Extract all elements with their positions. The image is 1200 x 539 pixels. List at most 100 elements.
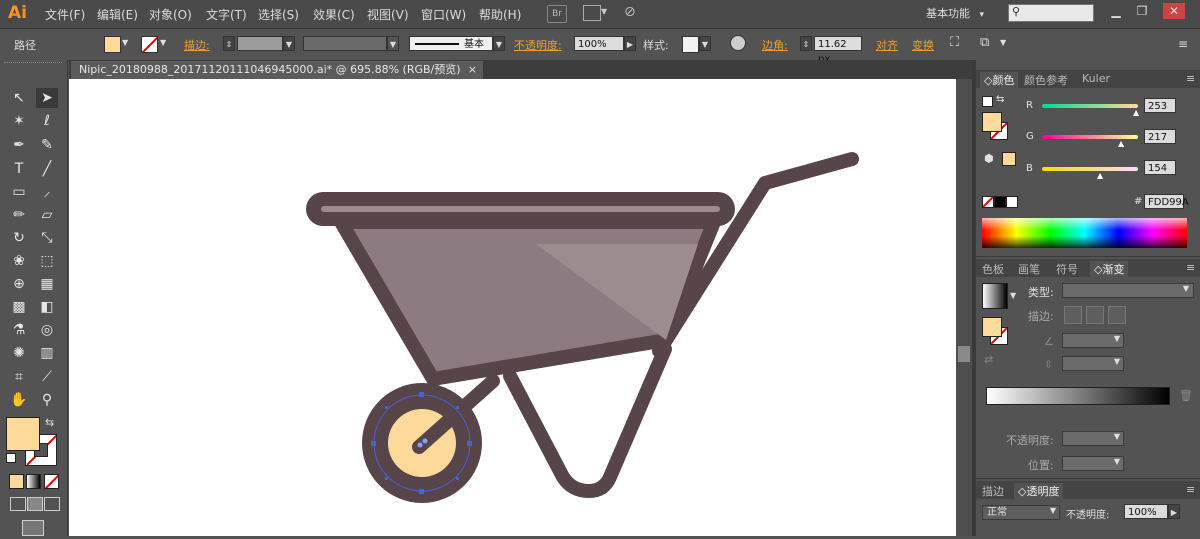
restore-button[interactable]: ❐ bbox=[1131, 3, 1153, 19]
transform-each-icon[interactable]: ⧉ bbox=[980, 35, 989, 50]
brush-definition[interactable]: 基本 bbox=[409, 36, 493, 51]
line-segment-tool-icon[interactable]: ╱ bbox=[36, 159, 58, 179]
panel-menu-icon[interactable]: ≡ bbox=[1186, 483, 1195, 496]
selection-tool-icon[interactable]: ↖ bbox=[8, 88, 30, 108]
graphic-style-swatch[interactable] bbox=[682, 36, 699, 53]
pen-tool-icon[interactable]: ✒ bbox=[8, 135, 30, 155]
curvature-tool-icon[interactable]: ✎ bbox=[36, 135, 58, 155]
fill-swatch[interactable] bbox=[104, 36, 121, 53]
paintbrush-tool-icon[interactable]: ⸝ bbox=[36, 182, 58, 202]
none-swatch[interactable] bbox=[982, 196, 994, 208]
black-swatch[interactable] bbox=[994, 196, 1006, 208]
arrange-documents-icon[interactable] bbox=[583, 5, 601, 21]
transparency-opacity-input[interactable]: 100% bbox=[1124, 504, 1168, 519]
search-input[interactable]: ⚲ bbox=[1008, 4, 1094, 22]
pencil-tool-icon[interactable]: ✏ bbox=[8, 205, 30, 225]
eraser-tool-icon[interactable]: ▱ bbox=[36, 205, 58, 225]
chevron-right-icon[interactable]: ▶ bbox=[624, 36, 636, 51]
scale-tool-icon[interactable]: ⤡ bbox=[36, 228, 58, 248]
b-slider[interactable] bbox=[1042, 167, 1138, 171]
wheelbarrow-leg[interactable] bbox=[503, 342, 672, 498]
chevron-down-icon[interactable]: ▼ bbox=[493, 36, 505, 51]
menu-select[interactable]: 选择(S) bbox=[258, 6, 299, 23]
panel-menu-icon[interactable]: ≡ bbox=[1186, 261, 1195, 274]
slice-tool-icon[interactable]: ⟋ bbox=[36, 367, 58, 387]
corner-label[interactable]: 边角: bbox=[762, 37, 788, 53]
artboard-tool-icon[interactable]: ⌗ bbox=[8, 367, 30, 387]
artboard[interactable] bbox=[69, 79, 956, 536]
menu-effect[interactable]: 效果(C) bbox=[313, 6, 355, 23]
r-slider-thumb[interactable]: ▲ bbox=[1133, 108, 1139, 117]
menu-file[interactable]: 文件(F) bbox=[45, 6, 85, 23]
workspace-switcher[interactable]: 基本功能 ▾ bbox=[926, 5, 984, 21]
opacity-label[interactable]: 不透明度: bbox=[514, 37, 562, 53]
swap-colors-icon[interactable]: ⇆ bbox=[45, 416, 54, 429]
close-button[interactable]: ✕ bbox=[1163, 3, 1185, 19]
symbol-sprayer-tool-icon[interactable]: ✺ bbox=[8, 343, 30, 363]
b-value-input[interactable]: 154 bbox=[1144, 160, 1176, 175]
corner-radius-input[interactable]: 11.62 px bbox=[814, 36, 862, 65]
blend-tool-icon[interactable]: ◎ bbox=[36, 320, 58, 340]
default-fill-stroke-icon[interactable] bbox=[982, 96, 993, 107]
magic-wand-tool-icon[interactable]: ✶ bbox=[8, 111, 30, 131]
hand-tool-icon[interactable]: ✋ bbox=[8, 390, 30, 410]
chevron-down-icon[interactable]: ▼ bbox=[601, 7, 607, 16]
scrollbar-thumb[interactable] bbox=[958, 346, 970, 362]
eyedropper-tool-icon[interactable]: ⚗ bbox=[8, 320, 30, 340]
tab-transparency[interactable]: ◇透明度 bbox=[1014, 483, 1064, 499]
isolate-selected-icon[interactable]: ⛶ bbox=[950, 35, 959, 50]
r-slider[interactable] bbox=[1042, 104, 1138, 108]
chevron-down-icon[interactable]: ▼ bbox=[1000, 38, 1006, 47]
gradient-fill-swatch[interactable] bbox=[982, 317, 1002, 337]
zoom-tool-icon[interactable]: ⚲ bbox=[36, 390, 58, 410]
g-slider-thumb[interactable]: ▲ bbox=[1118, 139, 1124, 148]
variable-width-profile[interactable] bbox=[303, 36, 387, 51]
tab-gradient[interactable]: ◇渐变 bbox=[1090, 261, 1129, 277]
draw-behind-icon[interactable] bbox=[27, 497, 43, 511]
type-tool-icon[interactable]: T bbox=[8, 159, 30, 179]
draw-normal-icon[interactable] bbox=[10, 497, 26, 511]
default-colors-icon[interactable] bbox=[6, 453, 16, 463]
panel-menu-icon[interactable]: ≡ bbox=[1186, 72, 1195, 85]
swap-icon[interactable]: ⇆ bbox=[996, 94, 1004, 105]
aspect-ratio-select[interactable]: ▼ bbox=[1062, 356, 1124, 371]
rotate-tool-icon[interactable]: ↻ bbox=[8, 228, 30, 248]
warp-tool-icon[interactable]: ❀ bbox=[8, 251, 30, 271]
transform-link[interactable]: 变换 bbox=[912, 37, 934, 53]
b-slider-thumb[interactable]: ▲ bbox=[1097, 171, 1103, 180]
chevron-down-icon[interactable]: ▼ bbox=[122, 38, 128, 47]
stroke-within-icon[interactable] bbox=[1064, 306, 1082, 324]
blend-mode-select[interactable]: 正常 ▼ bbox=[982, 505, 1060, 520]
opacity-input[interactable]: 100% bbox=[574, 36, 624, 51]
gradient-opacity-select[interactable]: ▼ bbox=[1062, 431, 1124, 446]
document-tab[interactable]: Nipic_20180988_20171120111046945000.ai* … bbox=[71, 61, 483, 79]
out-of-gamut-icon[interactable]: ⬢ bbox=[984, 152, 994, 165]
recolor-artwork-icon[interactable] bbox=[730, 35, 746, 51]
tab-symbols[interactable]: 符号 bbox=[1056, 261, 1078, 277]
mesh-tool-icon[interactable]: ▩ bbox=[8, 297, 30, 317]
stroke-along-icon[interactable] bbox=[1086, 306, 1104, 324]
stroke-weight-field[interactable] bbox=[237, 36, 283, 51]
gradient-preview-swatch[interactable] bbox=[982, 283, 1008, 309]
web-safe-color-swatch[interactable] bbox=[1002, 152, 1016, 166]
tab-stroke[interactable]: 描边 bbox=[982, 483, 1004, 499]
chevron-right-icon[interactable]: ▶ bbox=[1168, 504, 1180, 519]
chevron-down-icon[interactable]: ▼ bbox=[160, 38, 166, 47]
menu-view[interactable]: 视图(V) bbox=[367, 6, 409, 23]
chevron-down-icon[interactable]: ▼ bbox=[387, 36, 399, 51]
tab-kuler[interactable]: Kuler bbox=[1082, 72, 1110, 85]
gradient-slider[interactable] bbox=[986, 387, 1170, 405]
stroke-label[interactable]: 描边: bbox=[184, 37, 210, 53]
tab-color-guide[interactable]: 颜色参考 bbox=[1024, 72, 1068, 88]
close-icon[interactable]: × bbox=[468, 61, 477, 79]
chevron-down-icon[interactable]: ▼ bbox=[699, 36, 711, 51]
menu-edit[interactable]: 编辑(E) bbox=[97, 6, 138, 23]
free-transform-tool-icon[interactable]: ⬚ bbox=[36, 251, 58, 271]
tab-swatches[interactable]: 色板 bbox=[982, 261, 1004, 277]
menu-window[interactable]: 窗口(W) bbox=[421, 6, 466, 23]
bridge-icon[interactable]: Br bbox=[547, 5, 567, 23]
gradient-mode-icon[interactable] bbox=[26, 474, 41, 489]
rectangle-tool-icon[interactable]: ▭ bbox=[8, 182, 30, 202]
delete-stop-icon[interactable]: 🗑 bbox=[1179, 389, 1193, 402]
gpu-performance-icon[interactable]: ⊘ bbox=[624, 4, 636, 20]
